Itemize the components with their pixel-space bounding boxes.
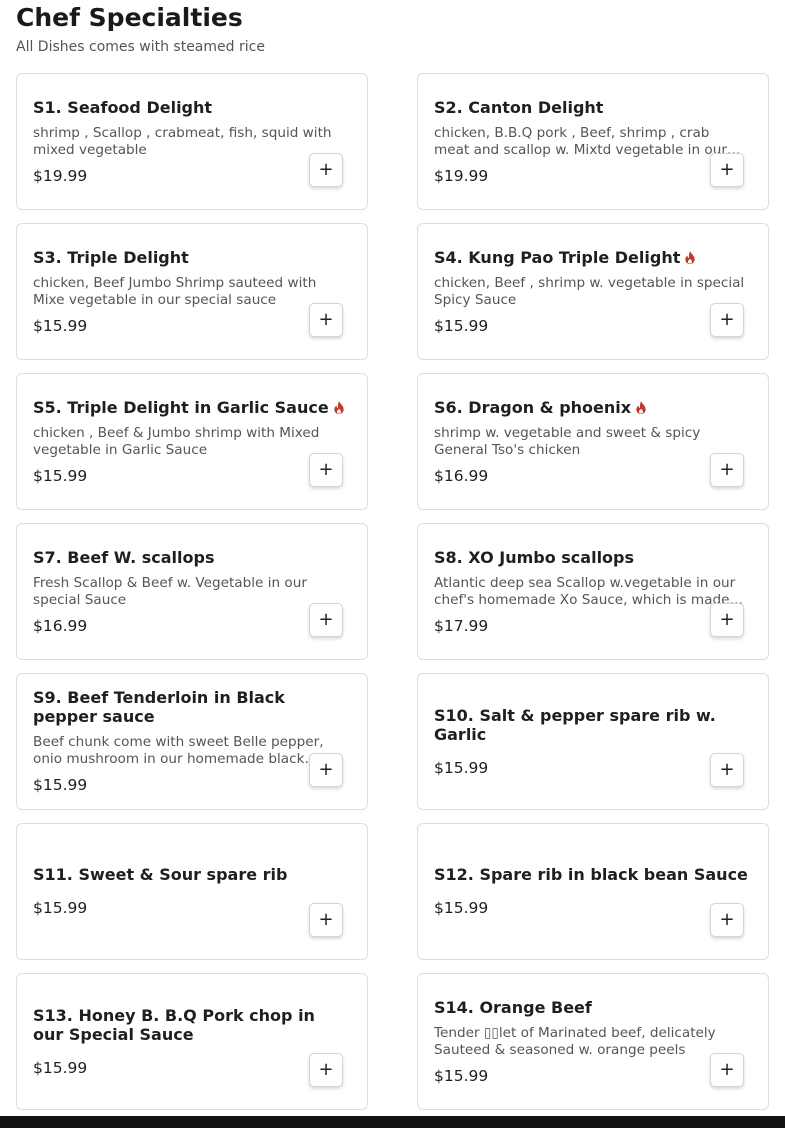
menu-item-name: S4. Kung Pao Triple Delight — [434, 248, 752, 267]
add-to-cart-button[interactable]: + — [710, 903, 744, 937]
menu-item-card[interactable]: S11. Sweet & Sour spare rib $15.99 + — [16, 823, 368, 960]
menu-item-name-text: S4. Kung Pao Triple Delight — [434, 247, 681, 267]
menu-item-name-text: S6. Dragon & phoenix — [434, 397, 632, 417]
menu-item-card[interactable]: S12. Spare rib in black bean Sauce $15.99… — [417, 823, 769, 960]
menu-item-price: $19.99 — [434, 166, 489, 185]
menu-item-card[interactable]: S14. Orange Beef Tender ▯▯let of Marinate… — [417, 973, 769, 1110]
add-to-cart-button[interactable]: + — [309, 1053, 343, 1087]
add-to-cart-button[interactable]: + — [309, 453, 343, 487]
menu-item-price: $15.99 — [33, 776, 88, 794]
menu-item-description: Fresh Scallop & Beef w. Vegetable in our… — [33, 574, 307, 608]
menu-item-name: S8. XO Jumbo scallops — [434, 548, 752, 567]
menu-item-price: $16.99 — [33, 616, 88, 635]
menu-item-price: $15.99 — [434, 1066, 489, 1085]
menu-item-price: $15.99 — [33, 466, 88, 485]
menu-grid: S1. Seafood Delight shrimp , Scallop , cr… — [16, 73, 769, 1110]
add-to-cart-button[interactable]: + — [710, 753, 744, 787]
menu-item-name-text: S1. Seafood Delight — [33, 97, 213, 117]
menu-item-price: $17.99 — [434, 616, 489, 635]
menu-item-price: $16.99 — [434, 466, 489, 485]
add-to-cart-button[interactable]: + — [309, 153, 343, 187]
menu-item-description: chicken, Beef , shrimp w. vegetable in s… — [434, 274, 745, 308]
menu-item-name: S5. Triple Delight in Garlic Sauce — [33, 398, 351, 417]
menu-item-description: shrimp w. vegetable and sweet & spicy Ge… — [434, 424, 701, 458]
add-to-cart-button[interactable]: + — [710, 303, 744, 337]
menu-item-description: chicken , Beef & Jumbo shrimp with Mixed… — [33, 424, 320, 458]
menu-item-name-text: S13. Honey B. B.Q Pork chop in our Speci… — [33, 1005, 315, 1044]
add-to-cart-button[interactable]: + — [710, 153, 744, 187]
menu-item-card[interactable]: S7. Beef W. scallops Fresh Scallop & Beef… — [16, 523, 368, 660]
menu-item-name: S13. Honey B. B.Q Pork chop in our Speci… — [33, 1006, 351, 1044]
menu-item-name-text: S11. Sweet & Sour spare rib — [33, 865, 288, 884]
menu-item-name-text: S9. Beef Tenderloin in Black pepper sauc… — [33, 688, 285, 726]
menu-item-name: S1. Seafood Delight — [33, 98, 351, 117]
menu-item-card[interactable]: S8. XO Jumbo scallops Atlantic deep sea S… — [417, 523, 769, 660]
menu-item-name-text: S5. Triple Delight in Garlic Sauce — [33, 397, 329, 417]
menu-item-name: S14. Orange Beef — [434, 998, 752, 1017]
add-to-cart-button[interactable]: + — [309, 603, 343, 637]
menu-item-price: $15.99 — [33, 899, 88, 917]
add-to-cart-button[interactable]: + — [309, 303, 343, 337]
menu-item-name-text: S10. Salt & pepper spare rib w. Garlic — [434, 705, 716, 744]
add-to-cart-button[interactable]: + — [710, 453, 744, 487]
menu-item-price: $15.99 — [434, 899, 489, 917]
add-to-cart-button[interactable]: + — [309, 753, 343, 787]
menu-item-name: S7. Beef W. scallops — [33, 548, 351, 567]
menu-item-price: $15.99 — [434, 316, 489, 335]
menu-item-name: S2. Canton Delight — [434, 98, 752, 117]
menu-item-card[interactable]: S1. Seafood Delight shrimp , Scallop , cr… — [16, 73, 368, 210]
add-to-cart-button[interactable]: + — [309, 903, 343, 937]
menu-item-price: $15.99 — [434, 758, 489, 777]
menu-item-name-text: S12. Spare rib in black bean Sauce — [434, 865, 748, 884]
menu-item-description: Beef chunk come with sweet Belle pepper,… — [33, 734, 324, 767]
add-to-cart-button[interactable]: + — [710, 1053, 744, 1087]
page-header: Chef Specialties All Dishes comes with s… — [16, 2, 265, 56]
menu-item-card[interactable]: S13. Honey B. B.Q Pork chop in our Speci… — [16, 973, 368, 1110]
menu-item-name: S9. Beef Tenderloin in Black pepper sauc… — [33, 688, 351, 726]
bottom-bar — [0, 1116, 785, 1128]
menu-item-name: S11. Sweet & Sour spare rib — [33, 865, 351, 884]
menu-item-price: $15.99 — [33, 316, 88, 335]
menu-item-name-text: S7. Beef W. scallops — [33, 547, 215, 567]
menu-item-name-text: S3. Triple Delight — [33, 247, 189, 267]
menu-item-description: chicken, Beef Jumbo Shrimp sauteed with … — [33, 274, 317, 308]
menu-item-description: Tender ▯▯let of Marinated beef, delicate… — [434, 1024, 716, 1058]
menu-item-card[interactable]: S9. Beef Tenderloin in Black pepper sauc… — [16, 673, 368, 810]
menu-item-name-text: S14. Orange Beef — [434, 997, 592, 1017]
menu-item-price: $15.99 — [33, 1058, 88, 1077]
page-title: Chef Specialties — [16, 3, 243, 32]
page-subtitle: All Dishes comes with steamed rice — [16, 39, 265, 55]
menu-item-card[interactable]: S3. Triple Delight chicken, Beef Jumbo Sh… — [16, 223, 368, 360]
menu-item-card[interactable]: S5. Triple Delight in Garlic Sauce chicke… — [16, 373, 368, 510]
add-to-cart-button[interactable]: + — [710, 603, 744, 637]
spicy-flame-icon — [636, 400, 646, 414]
menu-item-description: Atlantic deep sea Scallop w.vegetable in… — [434, 574, 736, 608]
menu-item-card[interactable]: S4. Kung Pao Triple Delight chicken, Beef… — [417, 223, 769, 360]
spicy-flame-icon — [685, 250, 696, 264]
menu-item-description: chicken, B.B.Q pork , Beef, shrimp , cra… — [434, 124, 727, 158]
menu-item-name: S12. Spare rib in black bean Sauce — [434, 865, 752, 884]
menu-item-description: shrimp , Scallop , crabmeat, fish, squid… — [33, 124, 332, 158]
menu-item-name: S6. Dragon & phoenix — [434, 398, 752, 417]
menu-item-name-text: S8. XO Jumbo scallops — [434, 547, 635, 567]
menu-item-name-text: S2. Canton Delight — [434, 97, 604, 117]
menu-item-name: S3. Triple Delight — [33, 248, 351, 267]
menu-item-price: $19.99 — [33, 166, 88, 185]
spicy-flame-icon — [334, 400, 344, 414]
menu-item-name: S10. Salt & pepper spare rib w. Garlic — [434, 706, 752, 744]
menu-item-card[interactable]: S10. Salt & pepper spare rib w. Garlic $1… — [417, 673, 769, 810]
menu-item-card[interactable]: S6. Dragon & phoenix shrimp w. vegetable … — [417, 373, 769, 510]
menu-item-card[interactable]: S2. Canton Delight chicken, B.B.Q pork , … — [417, 73, 769, 210]
